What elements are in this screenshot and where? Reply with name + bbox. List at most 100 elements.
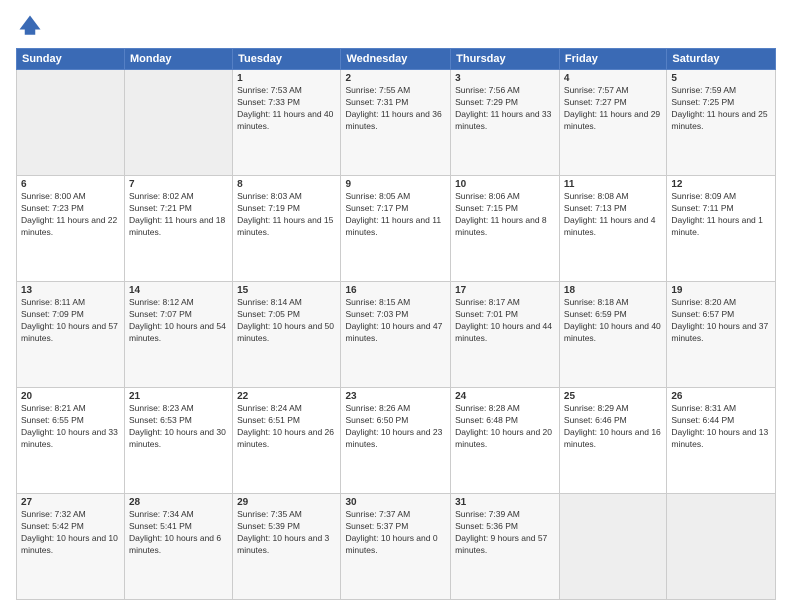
calendar-cell: 9Sunrise: 8:05 AMSunset: 7:17 PMDaylight… [341,176,451,282]
calendar-cell: 26Sunrise: 8:31 AMSunset: 6:44 PMDayligh… [667,388,776,494]
day-number: 30 [345,497,446,508]
calendar-cell: 30Sunrise: 7:37 AMSunset: 5:37 PMDayligh… [341,494,451,600]
day-number: 14 [129,285,228,296]
day-info: Sunrise: 8:14 AMSunset: 7:05 PMDaylight:… [237,297,336,345]
calendar-cell: 21Sunrise: 8:23 AMSunset: 6:53 PMDayligh… [124,388,232,494]
day-number: 7 [129,179,228,190]
calendar-cell: 27Sunrise: 7:32 AMSunset: 5:42 PMDayligh… [17,494,125,600]
calendar-week: 1Sunrise: 7:53 AMSunset: 7:33 PMDaylight… [17,70,776,176]
calendar-cell: 1Sunrise: 7:53 AMSunset: 7:33 PMDaylight… [233,70,341,176]
day-number: 23 [345,391,446,402]
calendar-cell: 22Sunrise: 8:24 AMSunset: 6:51 PMDayligh… [233,388,341,494]
calendar-cell [17,70,125,176]
day-number: 11 [564,179,662,190]
day-header: Thursday [451,49,560,70]
day-info: Sunrise: 8:08 AMSunset: 7:13 PMDaylight:… [564,191,662,239]
day-number: 29 [237,497,336,508]
calendar-cell [667,494,776,600]
day-header: Wednesday [341,49,451,70]
header-row: SundayMondayTuesdayWednesdayThursdayFrid… [17,49,776,70]
day-header: Saturday [667,49,776,70]
calendar-week: 6Sunrise: 8:00 AMSunset: 7:23 PMDaylight… [17,176,776,282]
day-number: 4 [564,73,662,84]
day-number: 28 [129,497,228,508]
calendar-week: 20Sunrise: 8:21 AMSunset: 6:55 PMDayligh… [17,388,776,494]
calendar-cell: 2Sunrise: 7:55 AMSunset: 7:31 PMDaylight… [341,70,451,176]
day-number: 8 [237,179,336,190]
day-info: Sunrise: 8:28 AMSunset: 6:48 PMDaylight:… [455,403,555,451]
calendar-cell: 3Sunrise: 7:56 AMSunset: 7:29 PMDaylight… [451,70,560,176]
day-info: Sunrise: 7:32 AMSunset: 5:42 PMDaylight:… [21,509,120,557]
day-number: 1 [237,73,336,84]
day-number: 31 [455,497,555,508]
day-info: Sunrise: 8:29 AMSunset: 6:46 PMDaylight:… [564,403,662,451]
day-number: 17 [455,285,555,296]
day-number: 9 [345,179,446,190]
day-header: Sunday [17,49,125,70]
calendar-cell: 31Sunrise: 7:39 AMSunset: 5:36 PMDayligh… [451,494,560,600]
day-info: Sunrise: 8:00 AMSunset: 7:23 PMDaylight:… [21,191,120,239]
calendar-cell: 11Sunrise: 8:08 AMSunset: 7:13 PMDayligh… [559,176,666,282]
day-info: Sunrise: 7:35 AMSunset: 5:39 PMDaylight:… [237,509,336,557]
day-info: Sunrise: 8:20 AMSunset: 6:57 PMDaylight:… [671,297,771,345]
day-number: 6 [21,179,120,190]
day-number: 12 [671,179,771,190]
day-info: Sunrise: 8:03 AMSunset: 7:19 PMDaylight:… [237,191,336,239]
day-number: 22 [237,391,336,402]
day-number: 10 [455,179,555,190]
calendar-cell: 16Sunrise: 8:15 AMSunset: 7:03 PMDayligh… [341,282,451,388]
day-info: Sunrise: 7:56 AMSunset: 7:29 PMDaylight:… [455,85,555,133]
day-number: 18 [564,285,662,296]
day-number: 15 [237,285,336,296]
calendar-cell: 13Sunrise: 8:11 AMSunset: 7:09 PMDayligh… [17,282,125,388]
calendar-cell: 4Sunrise: 7:57 AMSunset: 7:27 PMDaylight… [559,70,666,176]
day-info: Sunrise: 8:18 AMSunset: 6:59 PMDaylight:… [564,297,662,345]
calendar-cell: 25Sunrise: 8:29 AMSunset: 6:46 PMDayligh… [559,388,666,494]
day-number: 2 [345,73,446,84]
day-info: Sunrise: 8:24 AMSunset: 6:51 PMDaylight:… [237,403,336,451]
day-number: 21 [129,391,228,402]
day-info: Sunrise: 8:05 AMSunset: 7:17 PMDaylight:… [345,191,446,239]
calendar-cell [559,494,666,600]
day-number: 5 [671,73,771,84]
day-number: 13 [21,285,120,296]
calendar-cell: 8Sunrise: 8:03 AMSunset: 7:19 PMDaylight… [233,176,341,282]
day-info: Sunrise: 8:21 AMSunset: 6:55 PMDaylight:… [21,403,120,451]
calendar-cell: 14Sunrise: 8:12 AMSunset: 7:07 PMDayligh… [124,282,232,388]
day-info: Sunrise: 8:17 AMSunset: 7:01 PMDaylight:… [455,297,555,345]
calendar-week: 13Sunrise: 8:11 AMSunset: 7:09 PMDayligh… [17,282,776,388]
day-info: Sunrise: 7:55 AMSunset: 7:31 PMDaylight:… [345,85,446,133]
calendar-cell: 29Sunrise: 7:35 AMSunset: 5:39 PMDayligh… [233,494,341,600]
day-number: 3 [455,73,555,84]
calendar-cell: 19Sunrise: 8:20 AMSunset: 6:57 PMDayligh… [667,282,776,388]
calendar-cell: 10Sunrise: 8:06 AMSunset: 7:15 PMDayligh… [451,176,560,282]
calendar-cell: 28Sunrise: 7:34 AMSunset: 5:41 PMDayligh… [124,494,232,600]
day-info: Sunrise: 8:06 AMSunset: 7:15 PMDaylight:… [455,191,555,239]
day-info: Sunrise: 8:31 AMSunset: 6:44 PMDaylight:… [671,403,771,451]
day-info: Sunrise: 7:34 AMSunset: 5:41 PMDaylight:… [129,509,228,557]
calendar-cell: 23Sunrise: 8:26 AMSunset: 6:50 PMDayligh… [341,388,451,494]
day-info: Sunrise: 8:11 AMSunset: 7:09 PMDaylight:… [21,297,120,345]
calendar-cell [124,70,232,176]
calendar-cell: 24Sunrise: 8:28 AMSunset: 6:48 PMDayligh… [451,388,560,494]
logo [16,12,48,40]
calendar-cell: 7Sunrise: 8:02 AMSunset: 7:21 PMDaylight… [124,176,232,282]
day-header: Monday [124,49,232,70]
day-number: 25 [564,391,662,402]
day-header: Friday [559,49,666,70]
day-info: Sunrise: 7:37 AMSunset: 5:37 PMDaylight:… [345,509,446,557]
logo-icon [16,12,44,40]
header [16,12,776,40]
calendar-table: SundayMondayTuesdayWednesdayThursdayFrid… [16,48,776,600]
day-number: 19 [671,285,771,296]
day-info: Sunrise: 8:23 AMSunset: 6:53 PMDaylight:… [129,403,228,451]
day-info: Sunrise: 8:15 AMSunset: 7:03 PMDaylight:… [345,297,446,345]
calendar-cell: 17Sunrise: 8:17 AMSunset: 7:01 PMDayligh… [451,282,560,388]
day-info: Sunrise: 8:09 AMSunset: 7:11 PMDaylight:… [671,191,771,239]
calendar-week: 27Sunrise: 7:32 AMSunset: 5:42 PMDayligh… [17,494,776,600]
calendar-cell: 6Sunrise: 8:00 AMSunset: 7:23 PMDaylight… [17,176,125,282]
day-number: 26 [671,391,771,402]
day-number: 27 [21,497,120,508]
day-info: Sunrise: 7:59 AMSunset: 7:25 PMDaylight:… [671,85,771,133]
day-info: Sunrise: 8:02 AMSunset: 7:21 PMDaylight:… [129,191,228,239]
